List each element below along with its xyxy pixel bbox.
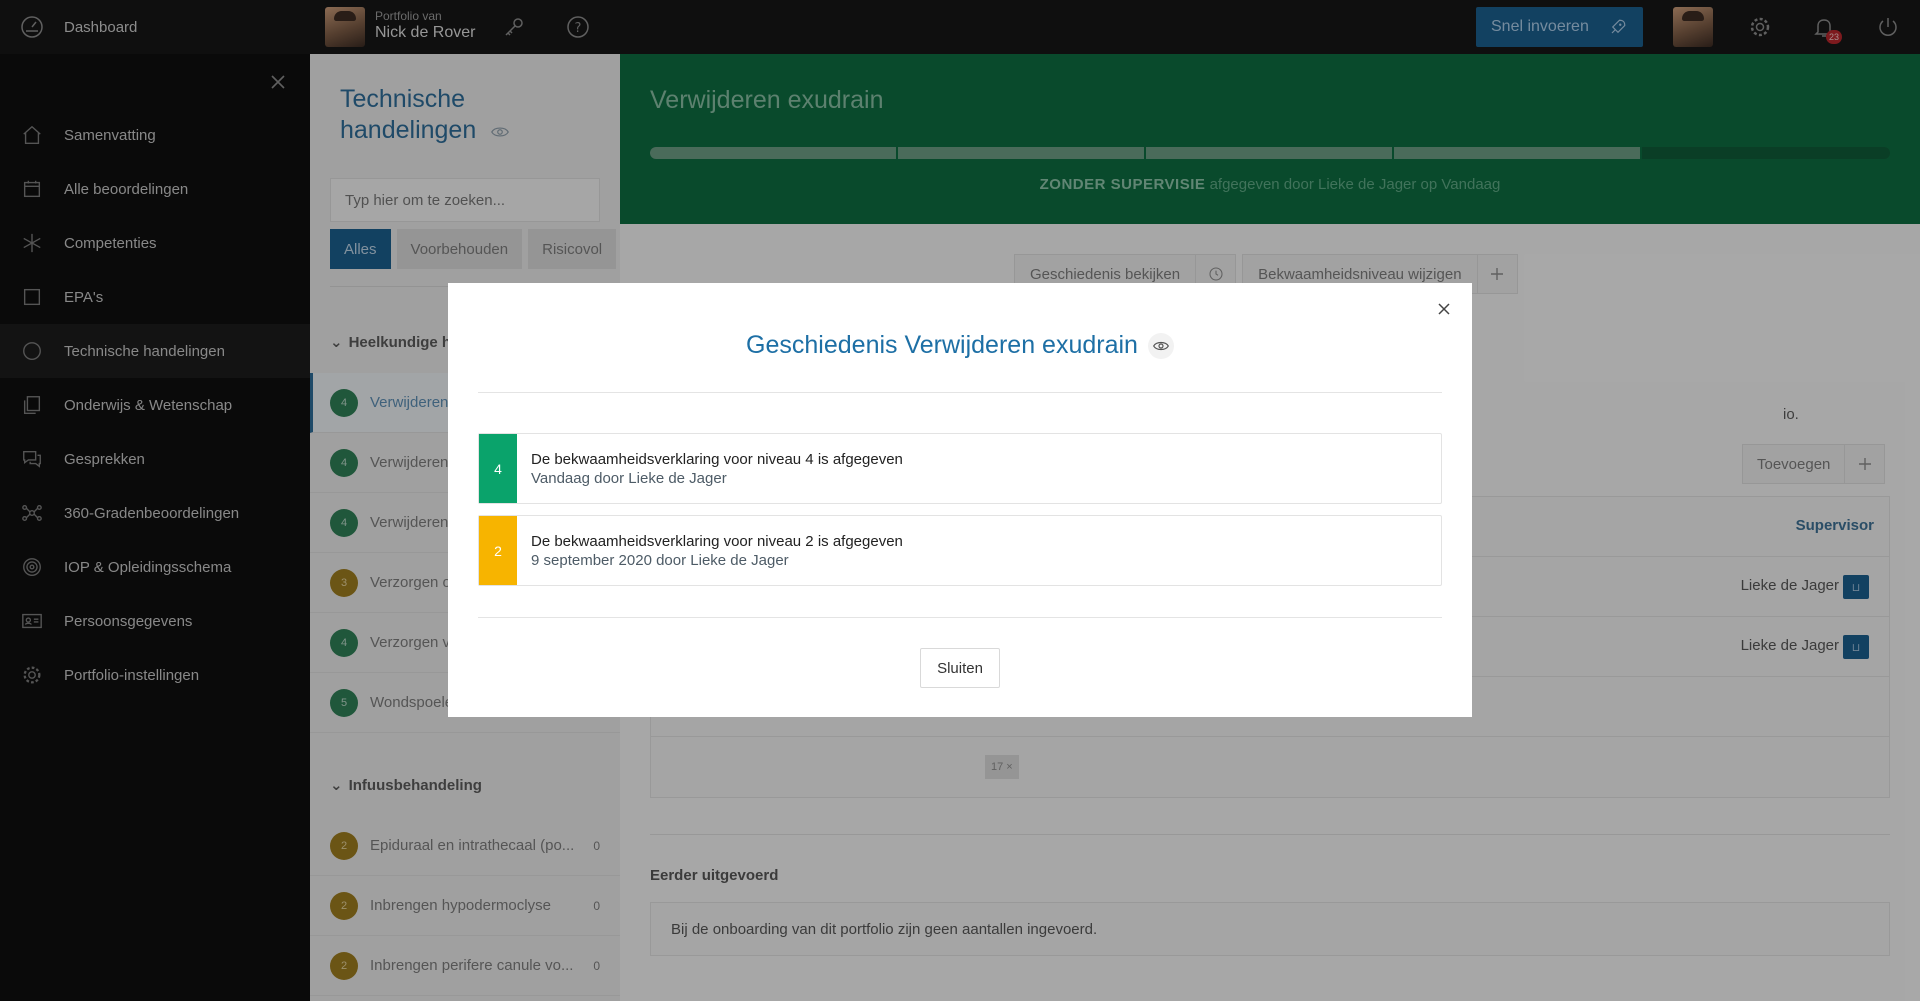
history-modal: Geschiedenis Verwijderen exudrain 4 De b… [448, 283, 1472, 717]
level-indicator: 2 [479, 516, 517, 585]
entry-description: De bekwaamheidsverklaring voor niveau 2 … [531, 533, 903, 550]
divider [478, 392, 1442, 393]
entry-meta: 9 september 2020 door Lieke de Jager [531, 552, 789, 569]
divider [478, 617, 1442, 618]
history-entry: 4 De bekwaamheidsverklaring voor niveau … [478, 433, 1442, 504]
modal-title: Geschiedenis Verwijderen exudrain [448, 331, 1472, 360]
entry-description: De bekwaamheidsverklaring voor niveau 4 … [531, 451, 903, 468]
modal-title-text: Geschiedenis Verwijderen exudrain [746, 331, 1138, 359]
eye-icon[interactable] [1147, 332, 1174, 359]
close-button[interactable]: Sluiten [920, 648, 1000, 688]
history-entry: 2 De bekwaamheidsverklaring voor niveau … [478, 515, 1442, 586]
entry-meta: Vandaag door Lieke de Jager [531, 470, 727, 487]
close-icon[interactable] [1434, 299, 1454, 319]
level-indicator: 4 [479, 434, 517, 503]
